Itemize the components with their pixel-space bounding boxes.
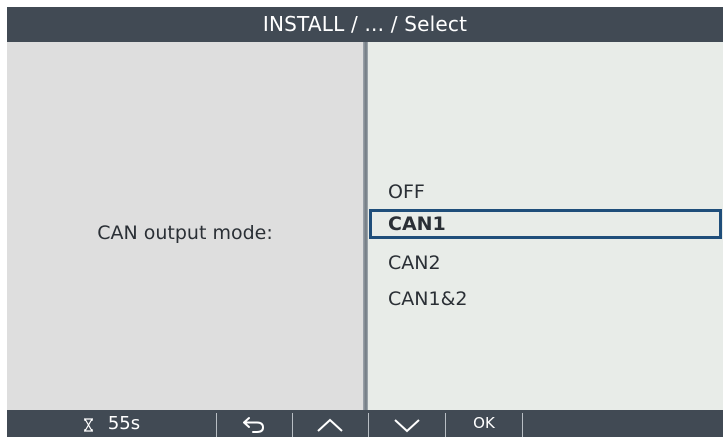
chevron-down-icon <box>393 414 421 433</box>
title-bar: INSTALL / ... / Select <box>7 7 723 42</box>
chevron-up-icon <box>316 414 344 433</box>
timeout-indicator: 55s <box>7 410 216 437</box>
footer-bar: 55s OK <box>7 410 723 437</box>
parameter-label: CAN output mode: <box>97 222 273 244</box>
option-off[interactable]: OFF <box>388 177 425 207</box>
down-button[interactable] <box>369 410 445 437</box>
hourglass-icon <box>83 411 94 438</box>
timer-value: 55s <box>107 413 141 434</box>
footer-separator <box>522 413 523 437</box>
options-panel: OFF CAN1 CAN2 CAN1&2 <box>368 42 723 410</box>
option-can2[interactable]: CAN2 <box>388 248 441 278</box>
breadcrumb-title: INSTALL / ... / Select <box>262 12 468 36</box>
option-can1-selected[interactable]: CAN1 <box>369 209 722 239</box>
parameter-panel: CAN output mode: <box>7 42 363 410</box>
option-can1-2[interactable]: CAN1&2 <box>388 284 467 314</box>
ok-button[interactable]: OK <box>446 410 522 437</box>
screen: INSTALL / ... / Select CAN output mode: … <box>7 7 723 437</box>
up-button[interactable] <box>293 410 367 437</box>
back-button[interactable] <box>217 410 291 437</box>
back-arrow-icon <box>241 414 267 433</box>
